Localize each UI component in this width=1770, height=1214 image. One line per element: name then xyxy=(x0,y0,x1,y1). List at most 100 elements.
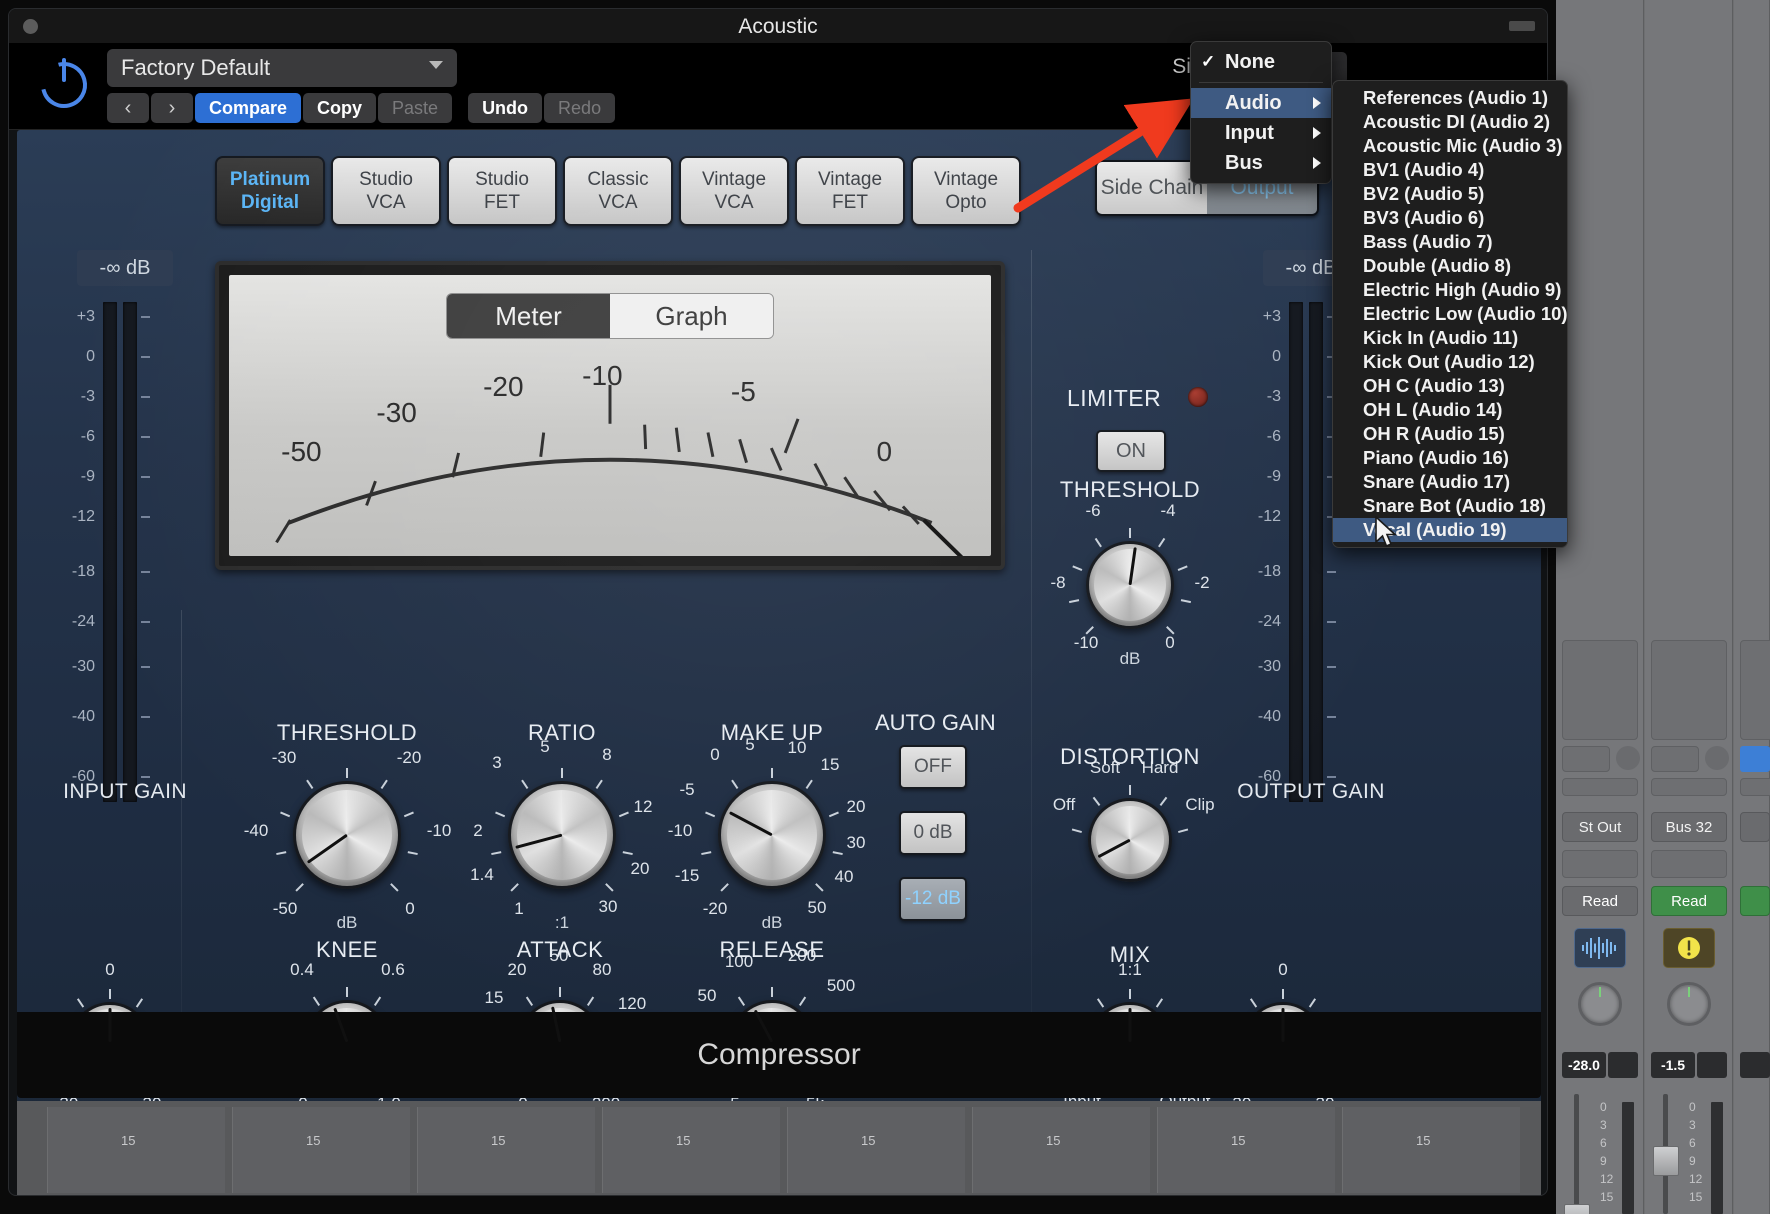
input-gain-readout[interactable]: -∞ dB xyxy=(77,250,173,286)
threshold-knob[interactable] xyxy=(293,781,401,889)
mixer-strip[interactable]: St OutRead-28.003691215 xyxy=(1556,0,1644,1214)
window-resize-handle[interactable] xyxy=(1509,21,1535,31)
auto-gain-off-button[interactable]: OFF xyxy=(899,745,967,789)
strip-slot[interactable] xyxy=(1740,778,1770,796)
strip-pan-knob[interactable] xyxy=(1578,982,1622,1026)
submenu-item[interactable]: Snare Bot (Audio 18) xyxy=(1333,494,1567,518)
submenu-item[interactable]: OH L (Audio 14) xyxy=(1333,398,1567,422)
model-tab-classic-vca[interactable]: ClassicVCA xyxy=(563,156,673,226)
auto-gain-0db-button[interactable]: 0 dB xyxy=(899,811,967,855)
limiter-threshold-knob[interactable] xyxy=(1086,541,1174,629)
submenu-item[interactable]: References (Audio 1) xyxy=(1333,86,1567,110)
strip-pan-value[interactable] xyxy=(1697,1052,1727,1078)
mixer-channel-segment[interactable] xyxy=(47,1107,225,1193)
submenu-item[interactable]: Double (Audio 8) xyxy=(1333,254,1567,278)
mixer-channel-segment[interactable] xyxy=(417,1107,595,1193)
makeup-knob[interactable] xyxy=(718,781,826,889)
mixer-channel-segment[interactable] xyxy=(1157,1107,1335,1193)
limiter-on-button[interactable]: ON xyxy=(1096,430,1166,472)
fader-handle[interactable] xyxy=(1653,1146,1679,1176)
model-tab-vintage-fet[interactable]: VintageFET xyxy=(795,156,905,226)
mixer-channel-segment[interactable] xyxy=(787,1107,965,1193)
submenu-item[interactable]: Kick Out (Audio 12) xyxy=(1333,350,1567,374)
strip-slot[interactable] xyxy=(1562,850,1638,878)
strip-slot[interactable] xyxy=(1651,850,1727,878)
submenu-arrow-icon xyxy=(1313,157,1321,169)
compare-button[interactable]: Compare xyxy=(195,93,301,123)
distortion-knob[interactable] xyxy=(1088,798,1172,882)
copy-button[interactable]: Copy xyxy=(303,93,376,123)
strip-pan-indicator[interactable] xyxy=(1616,746,1640,770)
strip-insert-slot[interactable] xyxy=(1562,640,1638,740)
strip-volume-value[interactable] xyxy=(1740,1052,1770,1078)
strip-send-slot[interactable] xyxy=(1562,746,1610,772)
mixer-strip[interactable] xyxy=(1734,0,1770,1214)
tab-meter[interactable]: Meter xyxy=(447,294,610,338)
ratio-knob[interactable] xyxy=(508,781,616,889)
submenu-item[interactable]: OH R (Audio 15) xyxy=(1333,422,1567,446)
plugin-window: Acoustic Factory Default ‹ › Compare Cop… xyxy=(8,8,1548,1196)
strip-name-label[interactable] xyxy=(1740,812,1770,842)
mixer-channel-segment[interactable] xyxy=(1342,1107,1520,1193)
auto-gain-minus12-button[interactable]: -12 dB xyxy=(899,877,967,921)
strip-send-slot[interactable] xyxy=(1651,746,1699,772)
submenu-item[interactable]: BV2 (Audio 5) xyxy=(1333,182,1567,206)
window-titlebar[interactable]: Acoustic xyxy=(9,9,1547,43)
strip-automation-mode-button[interactable] xyxy=(1740,886,1770,916)
submenu-item[interactable]: Piano (Audio 16) xyxy=(1333,446,1567,470)
preset-dropdown[interactable]: Factory Default xyxy=(107,49,457,87)
submenu-item[interactable]: OH C (Audio 13) xyxy=(1333,374,1567,398)
mouse-cursor-icon xyxy=(1374,516,1400,552)
vu-meter-display[interactable]: -50 -30 -20 -10 -5 0 Meter Graph xyxy=(215,261,1005,570)
model-tab-platinum-digital[interactable]: PlatinumDigital xyxy=(215,156,325,226)
submenu-item[interactable]: Bass (Audio 7) xyxy=(1333,230,1567,254)
submenu-item[interactable]: Electric High (Audio 9) xyxy=(1333,278,1567,302)
strip-pan-knob[interactable] xyxy=(1667,982,1711,1026)
model-tab-vintage-vca[interactable]: VintageVCA xyxy=(679,156,789,226)
strip-insert-slot[interactable] xyxy=(1651,640,1727,740)
menu-item-bus[interactable]: Bus xyxy=(1191,148,1331,178)
strip-slot[interactable] xyxy=(1651,778,1727,796)
strip-insert-slot[interactable] xyxy=(1740,640,1770,740)
strip-pan-value[interactable] xyxy=(1608,1052,1638,1078)
model-tab-vintage-opto[interactable]: VintageOpto xyxy=(911,156,1021,226)
redo-button[interactable]: Redo xyxy=(544,93,615,123)
menu-item-audio[interactable]: Audio xyxy=(1191,88,1331,118)
mixer-channel-segment[interactable] xyxy=(232,1107,410,1193)
waveform-icon[interactable] xyxy=(1574,928,1626,968)
strip-meter-scale-label: 0 xyxy=(1600,1100,1607,1114)
menu-item-none[interactable]: ✓None xyxy=(1191,47,1331,77)
power-icon[interactable] xyxy=(35,54,93,112)
strip-automation-mode-button[interactable]: Read xyxy=(1651,886,1727,916)
strip-volume-value[interactable]: -28.0 xyxy=(1562,1052,1606,1078)
mixer-channel-segment[interactable] xyxy=(602,1107,780,1193)
strip-slot[interactable] xyxy=(1562,778,1638,796)
strip-volume-value[interactable]: -1.5 xyxy=(1651,1052,1695,1078)
strip-send-slot[interactable] xyxy=(1740,746,1770,772)
model-tab-studio-vca[interactable]: StudioVCA xyxy=(331,156,441,226)
menu-item-input[interactable]: Input xyxy=(1191,118,1331,148)
submenu-item[interactable]: BV1 (Audio 4) xyxy=(1333,158,1567,182)
submenu-item[interactable]: Vocal (Audio 19) xyxy=(1333,518,1567,542)
bulb-icon[interactable] xyxy=(1663,928,1715,968)
submenu-item[interactable]: Kick In (Audio 11) xyxy=(1333,326,1567,350)
strip-name-label[interactable]: St Out xyxy=(1562,812,1638,842)
knob-tick xyxy=(313,997,320,1006)
submenu-item[interactable]: Acoustic DI (Audio 2) xyxy=(1333,110,1567,134)
model-tab-studio-fet[interactable]: StudioFET xyxy=(447,156,557,226)
fader-handle[interactable] xyxy=(1564,1204,1590,1214)
submenu-item[interactable]: Snare (Audio 17) xyxy=(1333,470,1567,494)
submenu-item[interactable]: Electric Low (Audio 10) xyxy=(1333,302,1567,326)
paste-button[interactable]: Paste xyxy=(378,93,452,123)
undo-button[interactable]: Undo xyxy=(468,93,542,123)
submenu-item[interactable]: BV3 (Audio 6) xyxy=(1333,206,1567,230)
mixer-strip[interactable]: Bus 32Read-1.503691215 xyxy=(1645,0,1733,1214)
prev-preset-button[interactable]: ‹ xyxy=(107,93,149,123)
strip-pan-indicator[interactable] xyxy=(1705,746,1729,770)
strip-name-label[interactable]: Bus 32 xyxy=(1651,812,1727,842)
next-preset-button[interactable]: › xyxy=(151,93,193,123)
mixer-channel-segment[interactable] xyxy=(972,1107,1150,1193)
tab-graph[interactable]: Graph xyxy=(610,294,773,338)
strip-automation-mode-button[interactable]: Read xyxy=(1562,886,1638,916)
submenu-item[interactable]: Acoustic Mic (Audio 3) xyxy=(1333,134,1567,158)
